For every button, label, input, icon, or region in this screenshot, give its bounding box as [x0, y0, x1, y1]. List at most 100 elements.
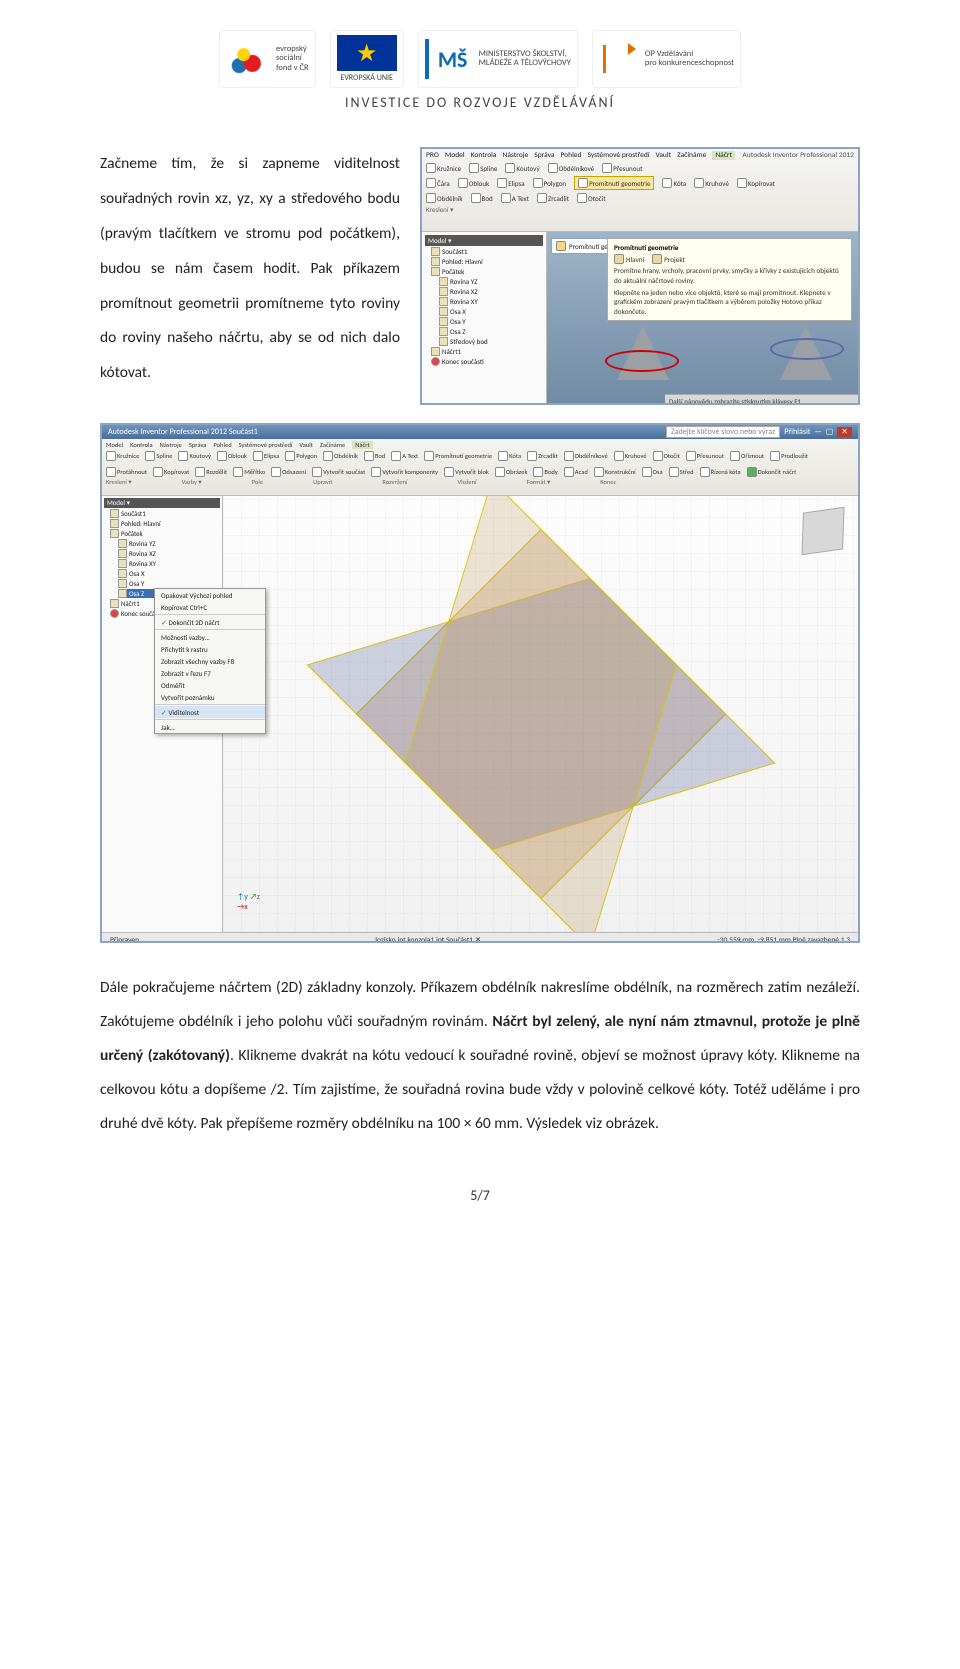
- ctx-item[interactable]: Opakovat Výchozí pohled: [155, 589, 265, 601]
- tool-circle[interactable]: Kružnice: [426, 163, 461, 173]
- tool-rectpattern[interactable]: Obdélníkové: [548, 163, 595, 173]
- tool[interactable]: Odsazení: [271, 467, 306, 477]
- tree-item[interactable]: Součást1: [431, 247, 543, 256]
- tool-text[interactable]: A Text: [501, 193, 529, 203]
- tool[interactable]: Měřítko: [233, 467, 265, 477]
- ctx-item[interactable]: Zobrazit v řezu F7: [155, 667, 265, 679]
- tool[interactable]: Body: [533, 467, 557, 477]
- tool-copy[interactable]: Kopírovat: [737, 176, 775, 190]
- tool[interactable]: Kopírovat: [153, 467, 189, 477]
- tab[interactable]: Začínáme: [320, 441, 345, 449]
- tool[interactable]: Otočit: [653, 451, 680, 461]
- tool[interactable]: Kruhové: [614, 451, 647, 461]
- tool[interactable]: Spline: [145, 451, 172, 461]
- tool[interactable]: Řízená kóta: [700, 467, 741, 477]
- titlebar-signin[interactable]: Přihlásit: [784, 427, 810, 437]
- tab[interactable]: Nástroje: [160, 441, 182, 449]
- tab[interactable]: Systémové prostředí: [239, 441, 293, 449]
- ctx-item[interactable]: Kopírovat Ctrl+C: [155, 601, 265, 613]
- tree-item[interactable]: Počátek: [110, 529, 220, 538]
- tree-item[interactable]: Rovina XZ: [439, 287, 543, 296]
- tree-item[interactable]: Osa X: [439, 307, 543, 316]
- tool[interactable]: A Text: [391, 451, 418, 461]
- tab[interactable]: Vault: [299, 441, 313, 449]
- tool[interactable]: Přesunout: [686, 451, 724, 461]
- tool[interactable]: Protáhnout: [106, 467, 147, 477]
- tree-item[interactable]: Osa Y: [118, 579, 220, 588]
- menu-item[interactable]: Správa: [534, 151, 554, 160]
- menu-item[interactable]: PRO: [426, 151, 439, 160]
- tool[interactable]: Obdélníkové: [564, 451, 608, 461]
- tool[interactable]: Promítnutí geometrie: [424, 451, 492, 461]
- tree-item[interactable]: Středový bod: [439, 337, 543, 346]
- tool[interactable]: Elipsa: [253, 451, 279, 461]
- ctx-item[interactable]: Dokončit 2D náčrt: [155, 616, 265, 628]
- viewport-sketch[interactable]: ↑y ↗z→x: [223, 496, 858, 932]
- tool-dimension[interactable]: Kóta: [662, 176, 686, 190]
- menu-item[interactable]: Nástroje: [502, 151, 528, 160]
- tool-project-geometry[interactable]: Promítnutí geometrie: [574, 176, 654, 190]
- tree-item[interactable]: Konec součásti: [431, 357, 543, 366]
- tool-mirror[interactable]: Zrcadlit: [537, 193, 569, 203]
- model-panel-title2[interactable]: Model ▾: [104, 498, 220, 508]
- tool-circpattern[interactable]: Kruhové: [694, 176, 729, 190]
- ctx-item[interactable]: Přichytit k rastru: [155, 643, 265, 655]
- tab-active[interactable]: Náčrt: [352, 441, 373, 449]
- tree-item[interactable]: Náčrt1: [431, 347, 543, 356]
- tab[interactable]: Model: [106, 441, 123, 449]
- tool-fillet[interactable]: Koutový: [505, 163, 539, 173]
- tree-item[interactable]: Rovina YZ: [118, 539, 220, 548]
- tool[interactable]: Konstrukční: [594, 467, 636, 477]
- ctx-item[interactable]: Jak…: [155, 721, 265, 733]
- tool[interactable]: Polygon: [285, 451, 317, 461]
- ctx-item[interactable]: Vytvořit poznámku: [155, 691, 265, 703]
- tool[interactable]: Obrázek: [495, 467, 528, 477]
- tree-item[interactable]: Rovina YZ: [439, 277, 543, 286]
- menu-item[interactable]: Systémové prostředí: [587, 151, 649, 160]
- menu-item[interactable]: Náčrt: [712, 151, 735, 160]
- titlebar-search[interactable]: Zadejte klíčové slovo nebo výraz: [666, 426, 780, 438]
- tool-ellipse[interactable]: Elipsa: [497, 176, 524, 190]
- tree-item[interactable]: Rovina XY: [118, 559, 220, 568]
- ctx-item[interactable]: Možnosti vazby…: [155, 631, 265, 643]
- tool[interactable]: Střed: [669, 467, 694, 477]
- tab[interactable]: Správa: [189, 441, 207, 449]
- model-panel-title[interactable]: Model ▾: [425, 235, 543, 246]
- tool-rectangle[interactable]: Obdélník: [426, 193, 463, 203]
- tool[interactable]: Vytvořit součást: [312, 467, 365, 477]
- menu-item[interactable]: Pohled: [560, 151, 581, 160]
- tree-item[interactable]: Součást1: [110, 509, 220, 518]
- ctx-item[interactable]: Zobrazit všechny vazby F8: [155, 655, 265, 667]
- menu-item[interactable]: Model: [445, 151, 465, 160]
- menu-item[interactable]: Začínáme: [677, 151, 706, 160]
- tool[interactable]: Vytvořit komponenty: [371, 467, 438, 477]
- tab[interactable]: Kontrola: [130, 441, 152, 449]
- tool[interactable]: Zrcadlit: [527, 451, 558, 461]
- tool[interactable]: Obdélník: [323, 451, 358, 461]
- ctx-item[interactable]: Odměřit: [155, 679, 265, 691]
- tool-move[interactable]: Přesunout: [602, 163, 642, 173]
- window-close-icon[interactable]: ✕: [837, 427, 852, 437]
- tree-item[interactable]: Osa X: [118, 569, 220, 578]
- tool[interactable]: Osa: [642, 467, 663, 477]
- tool-polygon[interactable]: Polygon: [533, 176, 566, 190]
- tool-line[interactable]: Čára: [426, 176, 450, 190]
- viewport-3d[interactable]: Promítnutí geometrie Promítnutí geometri…: [547, 232, 858, 405]
- status-tabs[interactable]: lozisko.ipt konzola1.ipt Součást1 ✕: [375, 935, 481, 943]
- viewcube-icon[interactable]: [801, 507, 844, 555]
- tree-item[interactable]: Osa Y: [439, 317, 543, 326]
- window-min-icon[interactable]: —: [814, 427, 821, 437]
- menu-item[interactable]: Vault: [655, 151, 671, 160]
- tool[interactable]: Rozdělit: [195, 467, 227, 477]
- menu-item[interactable]: Kontrola: [471, 151, 497, 160]
- tool[interactable]: Kružnice: [106, 451, 139, 461]
- ctx-item-visibility[interactable]: Viditelnost: [155, 706, 265, 718]
- tool[interactable]: Koutový: [178, 451, 211, 461]
- tree-item[interactable]: Pohled: Hlavní: [431, 257, 543, 266]
- tree-item[interactable]: Rovina XY: [439, 297, 543, 306]
- tool[interactable]: Oblouk: [217, 451, 247, 461]
- tool[interactable]: Prodloužit: [770, 451, 808, 461]
- tool[interactable]: Bod: [364, 451, 385, 461]
- tool-finish-sketch[interactable]: Dokončit náčrt: [747, 467, 797, 477]
- tool-rotate[interactable]: Otočit: [577, 193, 606, 203]
